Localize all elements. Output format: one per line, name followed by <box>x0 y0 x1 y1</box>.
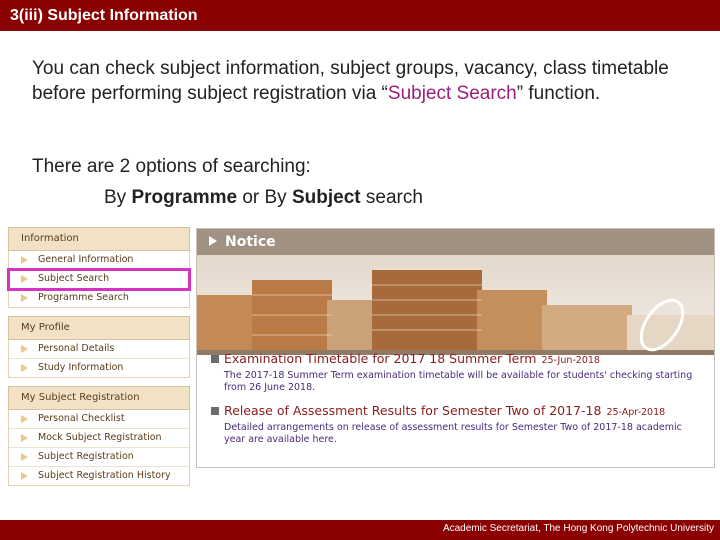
sidebar-section-information: Information <box>8 227 190 251</box>
notice-item[interactable]: Examination Timetable for 2017 18 Summer… <box>211 351 706 394</box>
arrow-icon <box>21 433 28 442</box>
arrow-icon <box>21 274 28 283</box>
triangle-icon <box>209 236 217 246</box>
square-bullet-icon <box>211 407 219 415</box>
sidebar-menu: Information General Information Subject … <box>7 227 191 494</box>
arrow-icon <box>21 452 28 461</box>
campus-banner-image <box>197 255 714 355</box>
sidebar-section-my-profile: My Profile <box>8 316 190 340</box>
notice-item-date: 25-Apr-2018 <box>606 407 666 418</box>
arrow-icon <box>21 255 28 264</box>
notice-panel: Notice Examination Timetable for 2017 18… <box>196 228 715 468</box>
notice-item-date: 25-Jun-2018 <box>541 355 600 366</box>
options-prefix: By <box>104 187 132 208</box>
square-bullet-icon <box>211 355 219 363</box>
sidebar-item-label: Subject Registration <box>38 451 134 462</box>
arrow-icon <box>21 293 28 302</box>
arrow-icon <box>21 363 28 372</box>
intro-highlight: Subject Search <box>387 83 517 104</box>
slide-title: 3(iii) Subject Information <box>10 7 198 24</box>
footer-bar: Academic Secretariat, The Hong Kong Poly… <box>0 520 720 540</box>
sidebar-item-programme-search[interactable]: Programme Search <box>9 289 189 307</box>
sidebar-item-personal-details[interactable]: Personal Details <box>9 340 189 359</box>
arrow-icon <box>21 414 28 423</box>
footer-text: Academic Secretariat, The Hong Kong Poly… <box>442 523 714 534</box>
notice-item-title[interactable]: Examination Timetable for 2017 18 Summer… <box>224 351 536 366</box>
sidebar-item-subject-registration-history[interactable]: Subject Registration History <box>9 467 189 485</box>
sidebar-item-mock-subject-registration[interactable]: Mock Subject Registration <box>9 429 189 448</box>
sidebar-item-general-information[interactable]: General Information <box>9 251 189 270</box>
options-programme: Programme <box>131 187 238 208</box>
sidebar-item-subject-search[interactable]: Subject Search <box>7 268 191 291</box>
notice-item-body: Detailed arrangements on release of asse… <box>224 422 682 445</box>
sidebar-item-label: Programme Search <box>38 292 129 303</box>
arrow-icon <box>21 344 28 353</box>
options-subject: Subject <box>291 187 361 208</box>
intro-text: You can check subject information, subje… <box>32 56 702 106</box>
sidebar-section-my-subject-registration: My Subject Registration <box>8 386 190 410</box>
notice-heading: Notice <box>225 234 276 250</box>
sidebar-item-label: Study Information <box>38 362 124 373</box>
sidebar-item-study-information[interactable]: Study Information <box>9 359 189 377</box>
options-mid: or By <box>237 187 292 208</box>
sidebar-item-label: Mock Subject Registration <box>38 432 162 443</box>
notice-item[interactable]: Release of Assessment Results for Semest… <box>211 403 706 446</box>
sidebar-item-label: Subject Search <box>38 273 110 284</box>
intro-after: ” function. <box>516 83 601 104</box>
options-detail: By Programme or By Subject search <box>104 187 423 209</box>
arrow-icon <box>21 471 28 480</box>
sidebar-item-label: Personal Details <box>38 343 115 354</box>
sidebar-item-label: Subject Registration History <box>38 470 171 481</box>
sidebar-item-personal-checklist[interactable]: Personal Checklist <box>9 410 189 429</box>
notice-item-body: The 2017-18 Summer Term examination time… <box>224 370 693 393</box>
sidebar-item-label: General Information <box>38 254 134 265</box>
notice-header: Notice <box>197 229 714 255</box>
sidebar-item-subject-registration[interactable]: Subject Registration <box>9 448 189 467</box>
slide-title-bar: 3(iii) Subject Information <box>0 0 720 31</box>
sidebar-item-label: Personal Checklist <box>38 413 125 424</box>
notice-item-title[interactable]: Release of Assessment Results for Semest… <box>224 403 601 418</box>
options-suffix: search <box>360 187 423 208</box>
options-line: There are 2 options of searching: <box>32 156 311 177</box>
